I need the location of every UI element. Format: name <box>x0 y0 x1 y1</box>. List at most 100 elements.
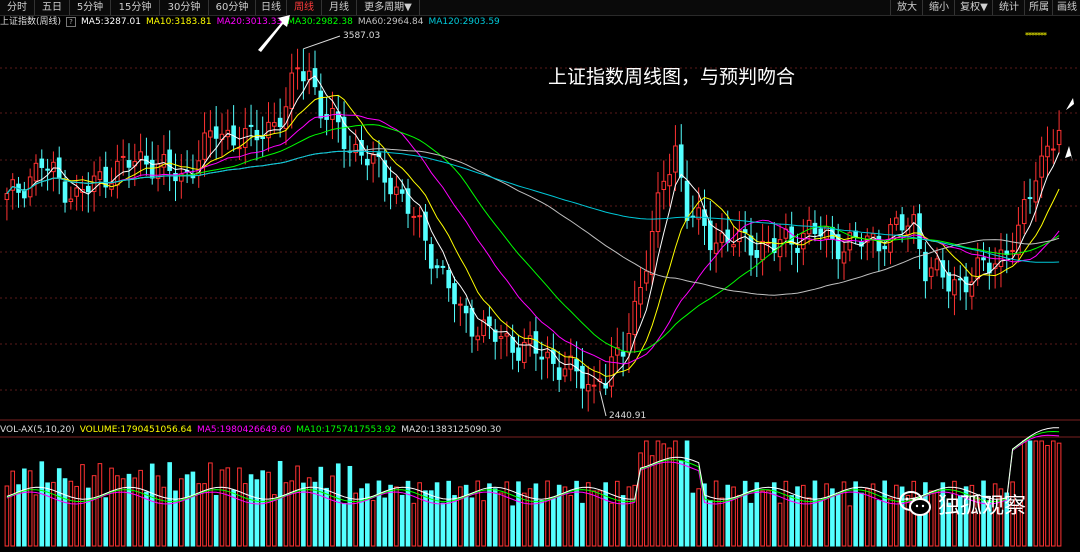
candle-body <box>934 258 940 271</box>
volume-bar <box>277 460 283 547</box>
candle-body <box>545 351 550 359</box>
volume-bar <box>458 486 463 547</box>
volume-bar <box>260 470 265 547</box>
volume-bar <box>242 483 248 547</box>
volume-bar <box>144 491 149 547</box>
candle-body <box>952 279 957 296</box>
volume-bar <box>155 475 161 547</box>
volume-bar <box>731 486 736 547</box>
volume-ma5: MA5:1980426649.60 <box>196 425 292 435</box>
volume-bar <box>521 492 527 547</box>
volume-bar <box>27 470 33 547</box>
candle-body <box>504 333 510 337</box>
right-arrow-up <box>1066 98 1074 110</box>
volume-bar <box>190 471 196 547</box>
volume-bar <box>806 497 812 547</box>
volume-value: VOLUME:1790451056.64 <box>79 425 192 435</box>
candle-body <box>330 108 335 120</box>
volume-bar <box>22 468 27 547</box>
moving-average-lines <box>6 75 1060 386</box>
candle-body <box>661 180 667 191</box>
volume-bar <box>644 440 649 547</box>
candle-body <box>655 192 661 233</box>
candle-body <box>1045 145 1050 158</box>
volume-bar <box>789 495 794 547</box>
candle-body <box>1033 180 1039 203</box>
candle-body <box>487 316 492 327</box>
candle-body <box>440 265 446 268</box>
candle-body <box>533 331 539 354</box>
volume-bar <box>725 484 731 547</box>
candle-body <box>719 232 725 243</box>
wechat-icon <box>899 491 931 516</box>
volume-bar <box>469 497 475 547</box>
candle-body <box>452 283 457 305</box>
volume-bar <box>452 495 457 547</box>
candle-body <box>981 257 986 261</box>
volume-bar <box>272 494 277 547</box>
candle-body <box>649 231 655 275</box>
candle-body <box>899 214 905 231</box>
volume-bar <box>713 480 719 547</box>
volume-bar <box>801 484 806 547</box>
candle-body <box>539 356 545 360</box>
candle-body <box>591 384 597 387</box>
volume-bar <box>580 502 585 547</box>
volume-bar <box>365 483 370 547</box>
volume-bar <box>1039 440 1044 547</box>
volume-bar <box>399 494 405 547</box>
candle-body <box>585 383 591 392</box>
volume-bar <box>330 475 335 547</box>
high-marker-line <box>303 35 341 50</box>
volume-bar <box>103 497 109 547</box>
candle-body <box>1039 155 1044 178</box>
volume-bar <box>254 479 260 547</box>
volume-bar <box>655 440 661 547</box>
volume-bar <box>591 490 597 547</box>
candle-body <box>399 189 405 194</box>
volume-bar <box>638 452 643 547</box>
volume-bar <box>481 500 486 547</box>
volume-bar <box>62 478 68 547</box>
candle-body <box>318 90 324 119</box>
volume-bar <box>649 455 655 547</box>
volume-bar <box>620 495 626 547</box>
candle-body <box>370 154 376 164</box>
volume-bar <box>80 464 85 547</box>
candle-body <box>795 247 800 253</box>
volume-bar <box>161 486 167 547</box>
candle-body <box>1010 249 1015 252</box>
candle-body <box>516 347 521 361</box>
volume-bar <box>859 492 864 547</box>
volume-bar <box>283 482 289 547</box>
volume-bar <box>434 482 440 547</box>
volume-bar <box>289 480 295 547</box>
candle-body <box>620 351 626 357</box>
volume-bar <box>498 492 504 547</box>
volume-bar <box>551 497 556 547</box>
volume-bar <box>562 486 568 547</box>
volume-bar <box>748 502 754 547</box>
signal-stars: ******* <box>1025 31 1047 40</box>
volume-bar <box>68 480 74 547</box>
candle-body <box>428 244 434 269</box>
watermark-text: 独孤观察 <box>938 494 1027 519</box>
volume-bar <box>777 502 783 547</box>
candle-body <box>568 355 574 370</box>
low-price-label: 2440.91 <box>609 411 647 421</box>
volume-bar <box>684 440 690 547</box>
ma5-line <box>6 75 1060 386</box>
candle-body <box>678 144 684 178</box>
volume-bar <box>85 487 91 547</box>
volume-bar <box>126 473 132 547</box>
volume-bar <box>771 482 777 547</box>
candlestick-chart[interactable] <box>0 0 1080 552</box>
volume-bar <box>56 468 62 547</box>
candle-body <box>609 356 614 387</box>
candle-body <box>580 365 585 389</box>
candle-body <box>45 168 50 171</box>
volume-bar <box>248 474 254 547</box>
volume-bar <box>492 488 498 547</box>
candle-body <box>777 239 783 258</box>
volume-ma10: MA10:1757417553.92 <box>296 425 397 435</box>
